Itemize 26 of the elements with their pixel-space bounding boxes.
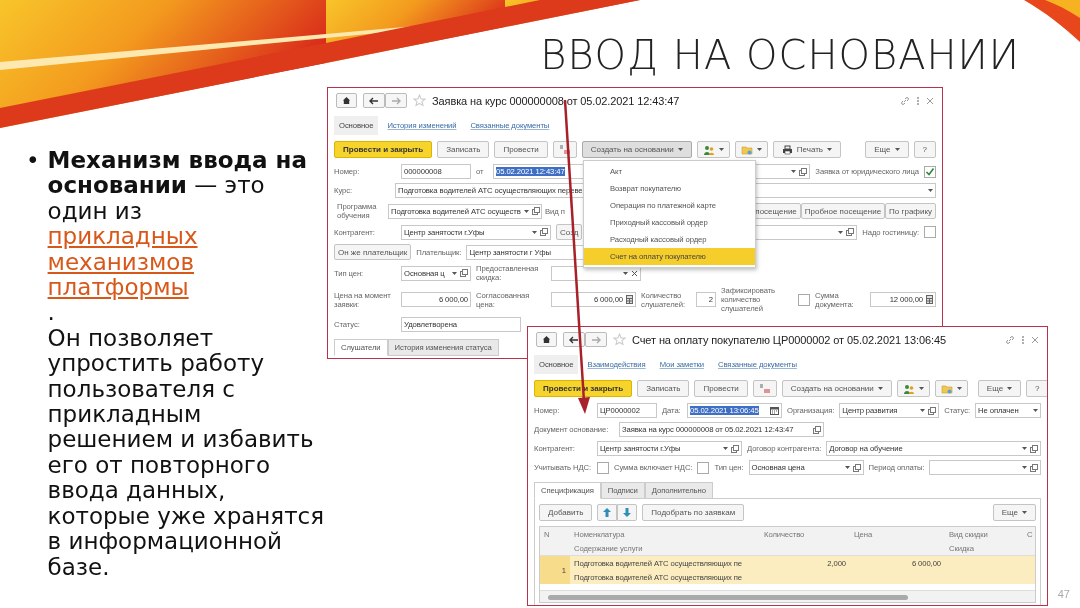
post-close-button[interactable]: Провести и закрыть bbox=[334, 141, 433, 158]
toolbar-button[interactable]: Провести bbox=[694, 380, 748, 397]
toolbar-button[interactable]: Провести bbox=[494, 141, 548, 158]
menu-button[interactable]: Еще bbox=[992, 504, 1036, 521]
toolbar-button[interactable]: ? bbox=[913, 141, 936, 158]
menu-button[interactable]: Еще bbox=[977, 380, 1022, 397]
print-button[interactable]: Печать bbox=[772, 141, 841, 158]
window-title: Счет на оплату покупателю ЦР0000002 от 05.02.2021 13:06:45 bbox=[632, 333, 946, 346]
toolbar-button[interactable]: Подобрать по заявкам bbox=[642, 504, 745, 521]
menu-button[interactable]: Еще bbox=[865, 141, 909, 158]
window-title: Заявка на курс 000000008 от 05.02.2021 12:43:47 bbox=[432, 94, 680, 107]
bullet-text: Механизм ввода на основании — это один из прикладных механизмов платформы . Он позволяет упростить работу пользователя с прикладным решением и избавить его от повторного ввода данных, которые уже хранятся в информационной базе. bbox=[47, 148, 326, 580]
menu-button[interactable]: Создать на основании bbox=[781, 380, 892, 397]
toolbar-button[interactable]: Добавить bbox=[539, 504, 593, 521]
form-button[interactable]: По графику bbox=[885, 203, 936, 219]
toolbar-button[interactable]: ? bbox=[1026, 380, 1047, 397]
post-close-button[interactable]: Провести и закрыть bbox=[534, 380, 633, 397]
form-button[interactable]: Он же плательщик bbox=[334, 244, 412, 260]
bullet-icon: • bbox=[26, 148, 40, 580]
form-button[interactable]: Пробное посещение bbox=[800, 203, 886, 219]
toolbar-button[interactable]: Записать bbox=[637, 380, 690, 397]
link[interactable]: прикладных механизмов платформы bbox=[47, 224, 326, 301]
slide-title: ВВОД НА ОСНОВАНИИ bbox=[540, 32, 1020, 78]
slide-number: 47 bbox=[1057, 588, 1070, 600]
menu-button[interactable]: Создать на основании bbox=[581, 141, 692, 158]
toolbar-button[interactable]: Записать bbox=[437, 141, 490, 158]
